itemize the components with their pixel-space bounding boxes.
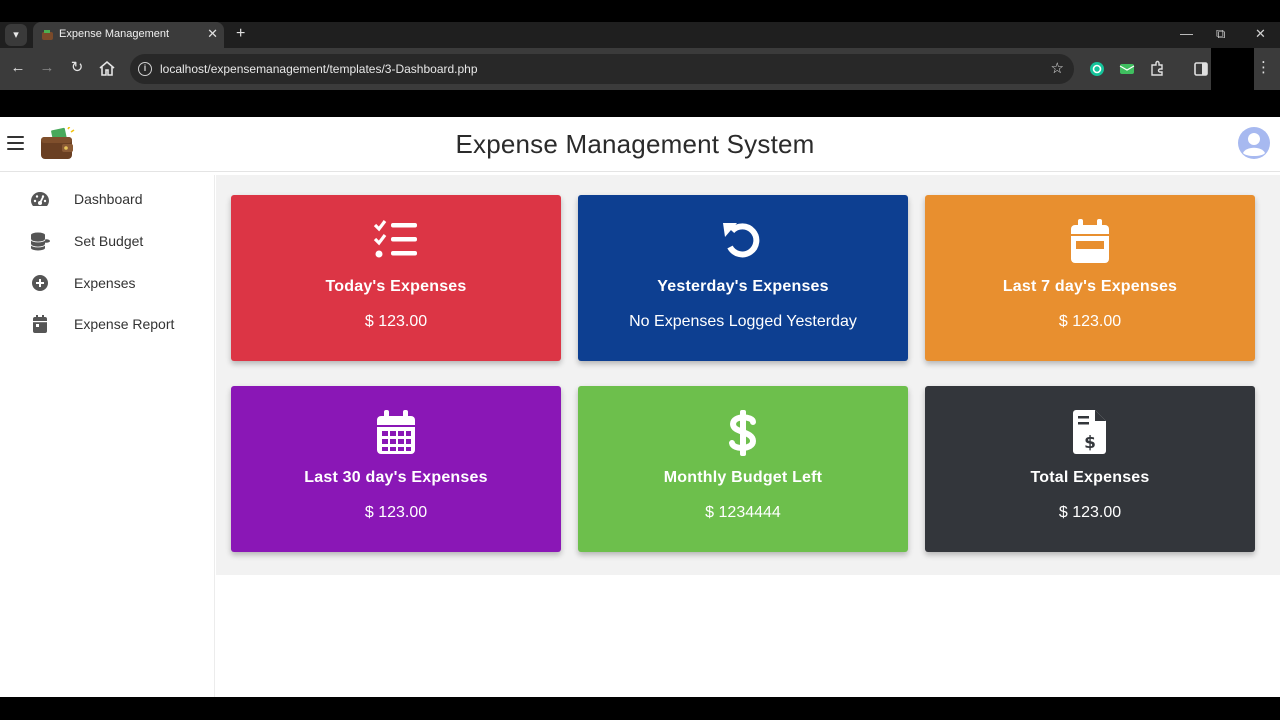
card-title: Total Expenses	[1030, 469, 1150, 486]
card-title: Monthly Budget Left	[663, 469, 823, 486]
sidebar-item-set-budget[interactable]: Set Budget	[5, 223, 215, 259]
card-total-expenses[interactable]: $ Total Expenses $ 123.00	[925, 386, 1255, 552]
back-arrow-icon[interactable]: ←	[8, 58, 28, 78]
dashboard-content: Today's Expenses $ 123.00 Yesterday's Ex…	[216, 175, 1280, 575]
card-value: $ 123.00	[364, 313, 428, 330]
calendar-days-icon	[377, 410, 415, 454]
calendar-icon	[33, 315, 47, 333]
card-last-30-days-expenses[interactable]: Last 30 day's Expenses $ 123.00	[231, 386, 561, 552]
browser-toolbar: ← → ↻ i localhost/expensemanagement/temp…	[0, 48, 1280, 90]
card-value: No Expenses Logged Yesterday	[629, 313, 857, 330]
card-todays-expenses[interactable]: Today's Expenses $ 123.00	[231, 195, 561, 361]
invoice-icon: $	[1073, 410, 1106, 454]
sidebar-item-expense-report[interactable]: Expense Report	[5, 306, 215, 342]
home-icon[interactable]	[98, 60, 116, 76]
card-value: $ 123.00	[1058, 313, 1122, 330]
card-last-7-days-expenses[interactable]: Last 7 day's Expenses $ 123.00	[925, 195, 1255, 361]
plus-circle-icon	[32, 275, 48, 291]
minimize-icon[interactable]: —	[1180, 26, 1193, 41]
card-title: Today's Expenses	[325, 278, 467, 295]
calendar-week-icon	[1071, 219, 1109, 263]
app-title: Expense Management System	[455, 129, 815, 159]
bookmark-star-icon[interactable]: ☆	[1051, 59, 1064, 77]
window-close-icon[interactable]: ✕	[1255, 26, 1266, 42]
restore-icon[interactable]: ⧉	[1216, 26, 1225, 42]
card-monthly-budget-left[interactable]: Monthly Budget Left $ 1234444	[578, 386, 908, 552]
dollar-icon	[729, 410, 757, 456]
app-page: Expense Management System Dashboard Set …	[0, 117, 1280, 697]
reload-icon[interactable]: ↻	[67, 58, 87, 78]
card-title: Yesterday's Expenses	[657, 278, 829, 295]
extension-grammarly-icon[interactable]	[1088, 60, 1106, 78]
browser-tabstrip: ▾ Expense Management ✕ + — ⧉ ✕	[0, 22, 1280, 48]
browser-menu-icon[interactable]: ⋮	[1256, 58, 1271, 76]
coins-icon	[30, 232, 50, 251]
card-title: Last 7 day's Expenses	[1002, 278, 1178, 295]
user-avatar-icon[interactable]	[1237, 126, 1271, 160]
card-yesterdays-expenses[interactable]: Yesterday's Expenses No Expenses Logged …	[578, 195, 908, 361]
extensions-puzzle-icon[interactable]	[1148, 60, 1166, 78]
url-text: localhost/expensemanagement/templates/3-…	[160, 62, 478, 76]
sidebar-item-expenses[interactable]: Expenses	[5, 265, 215, 301]
sidebar: Dashboard Set Budget Expenses Expense Re…	[5, 175, 215, 697]
screen: ▾ Expense Management ✕ + — ⧉ ✕ ← → ↻ i l…	[0, 0, 1280, 720]
address-bar[interactable]: i localhost/expensemanagement/templates/…	[130, 54, 1074, 84]
svg-text:$: $	[1084, 433, 1096, 453]
profile-area	[1211, 48, 1254, 90]
wallet-favicon-icon	[42, 30, 53, 40]
taskbar-strip	[0, 697, 1280, 720]
card-value: $ 123.00	[364, 504, 428, 521]
card-value: $ 1234444	[705, 504, 781, 521]
tab-title: Expense Management	[59, 28, 170, 40]
card-value: $ 123.00	[1058, 504, 1122, 521]
browser-tab[interactable]: Expense Management ✕	[33, 22, 224, 48]
tab-search-button[interactable]: ▾	[5, 24, 27, 46]
sidebar-item-label: Dashboard	[74, 191, 143, 207]
new-tab-button[interactable]: +	[236, 25, 245, 43]
tab-close-icon[interactable]: ✕	[207, 26, 218, 42]
forward-arrow-icon[interactable]: →	[37, 58, 57, 78]
checklist-icon	[373, 220, 417, 258]
sidebar-item-label: Expenses	[74, 275, 136, 291]
sidebar-item-dashboard[interactable]: Dashboard	[5, 181, 215, 217]
side-panel-icon[interactable]	[1192, 60, 1210, 78]
site-info-icon[interactable]: i	[138, 62, 152, 76]
card-title: Last 30 day's Expenses	[304, 469, 488, 486]
gauge-icon	[31, 192, 49, 206]
sidebar-item-label: Expense Report	[74, 316, 175, 332]
undo-icon	[723, 223, 760, 258]
app-header: Expense Management System	[0, 117, 1280, 172]
sidebar-item-label: Set Budget	[74, 233, 144, 249]
extension-mail-icon[interactable]	[1118, 60, 1136, 78]
